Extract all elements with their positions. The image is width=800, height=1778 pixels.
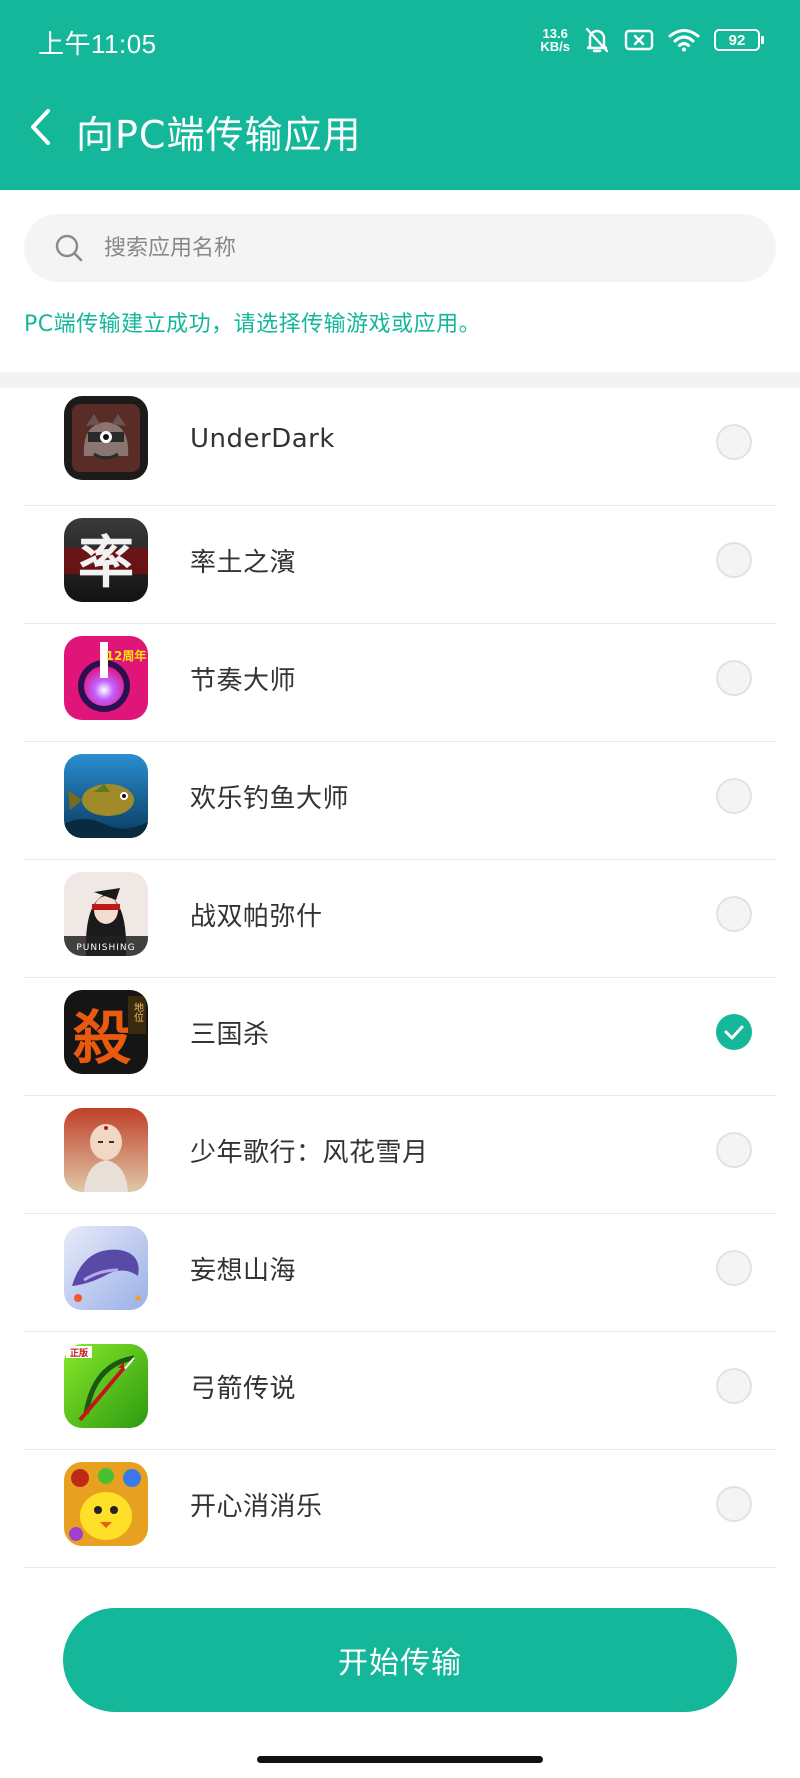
connection-notice: PC端传输建立成功，请选择传输游戏或应用。 <box>24 312 482 337</box>
archero-icon: 正版 <box>64 1344 148 1428</box>
title-bar: 向PC端传输应用 <box>0 80 800 190</box>
net-speed-unit: KB/s <box>540 39 570 54</box>
punishing-icon: PUNISHING <box>64 872 148 956</box>
page-title: 向PC端传输应用 <box>76 113 362 157</box>
select-radio-checked[interactable] <box>716 1014 752 1050</box>
back-arrow-icon <box>31 109 50 145</box>
sanguosha-tag: 地位 <box>132 1001 144 1022</box>
no-sim-icon <box>624 28 654 52</box>
shuaitu-glyph: 率 <box>78 530 134 596</box>
select-radio[interactable] <box>716 1368 752 1404</box>
list-item[interactable]: 妄想山海 <box>0 1214 800 1332</box>
mute-bell-icon <box>584 26 610 54</box>
happy-match-icon <box>64 1462 148 1546</box>
app-list: UnderDark 率 率土之濱 12周年 节奏大师 欢乐钓鱼大师 PUNISH… <box>0 388 800 1568</box>
sanguosha-icon: 殺地位 <box>64 990 148 1074</box>
app-name: 率土之濱 <box>190 548 297 578</box>
app-name: 少年歌行：风花雪月 <box>190 1138 429 1168</box>
list-item[interactable]: 殺地位 三国杀 <box>0 978 800 1096</box>
select-radio[interactable] <box>716 542 752 578</box>
search-icon <box>55 234 83 262</box>
status-time: 上午11:05 <box>38 29 157 59</box>
rhythm-master-icon: 12周年 <box>64 636 148 720</box>
select-radio[interactable] <box>716 1250 752 1286</box>
list-item[interactable]: 欢乐钓鱼大师 <box>0 742 800 860</box>
sanguosha-glyph: 殺 <box>73 1004 131 1072</box>
select-radio[interactable] <box>716 1132 752 1168</box>
search-bar[interactable] <box>24 214 776 282</box>
fishing-icon <box>64 754 148 838</box>
wifi-icon <box>668 28 700 52</box>
rhythm-tag: 12周年 <box>106 648 147 663</box>
archero-tag: 正版 <box>70 1347 88 1359</box>
app-name: UnderDark <box>190 424 335 454</box>
row-divider <box>24 1567 776 1568</box>
back-button[interactable] <box>20 102 60 152</box>
battery-level: 92 <box>728 31 746 49</box>
home-indicator[interactable] <box>257 1756 543 1763</box>
list-item[interactable]: 开心消消乐 <box>0 1450 800 1568</box>
list-item[interactable]: 少年歌行：风花雪月 <box>0 1096 800 1214</box>
wangxiang-icon <box>64 1226 148 1310</box>
status-bar: 上午11:05 13.6 KB/s 92 <box>0 0 800 80</box>
battery-icon: 92 <box>714 29 764 51</box>
select-radio[interactable] <box>716 778 752 814</box>
app-name: 三国杀 <box>190 1020 270 1050</box>
start-transfer-button[interactable]: 开始传输 <box>63 1608 737 1712</box>
list-item[interactable]: PUNISHING 战双帕弥什 <box>0 860 800 978</box>
select-radio[interactable] <box>716 1486 752 1522</box>
select-radio[interactable] <box>716 424 752 460</box>
section-divider <box>0 372 800 388</box>
list-item[interactable]: UnderDark <box>0 388 800 506</box>
list-item[interactable]: 12周年 节奏大师 <box>0 624 800 742</box>
underdark-icon <box>64 396 148 480</box>
select-radio[interactable] <box>716 896 752 932</box>
app-name: 妄想山海 <box>190 1256 297 1286</box>
punishing-text: PUNISHING <box>76 943 135 953</box>
shuaitu-icon: 率 <box>64 518 148 602</box>
status-icons: 13.6 KB/s 92 <box>540 22 764 58</box>
app-name: 欢乐钓鱼大师 <box>190 784 350 814</box>
checkmark-icon <box>724 1025 744 1040</box>
select-radio[interactable] <box>716 660 752 696</box>
list-item[interactable]: 率 率土之濱 <box>0 506 800 624</box>
app-name: 节奏大师 <box>190 666 297 696</box>
app-name: 战双帕弥什 <box>190 902 323 932</box>
search-input[interactable] <box>104 235 704 261</box>
top-bar: 上午11:05 13.6 KB/s 92 向PC端传输应用 <box>0 0 800 190</box>
net-speed: 13.6 KB/s <box>540 27 570 53</box>
app-name: 弓箭传说 <box>190 1374 297 1404</box>
list-item[interactable]: 正版 弓箭传说 <box>0 1332 800 1450</box>
app-name: 开心消消乐 <box>190 1492 323 1522</box>
shaonian-icon <box>64 1108 148 1192</box>
